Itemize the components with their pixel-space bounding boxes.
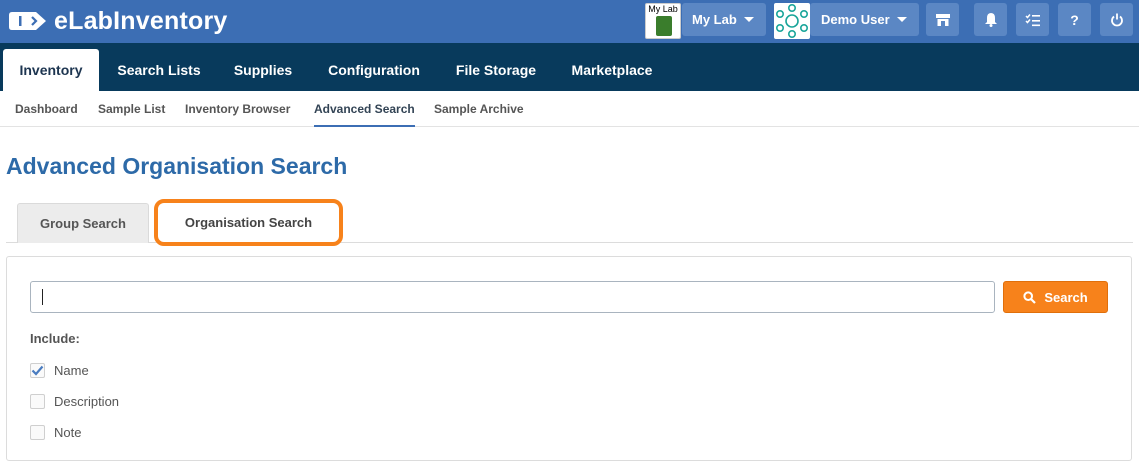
main-nav-search-lists[interactable]: Search Lists <box>108 49 210 91</box>
text-cursor <box>42 289 43 305</box>
store-button[interactable] <box>926 3 959 36</box>
lab-selector-label: My Lab <box>692 12 737 27</box>
include-note-option[interactable]: Note <box>30 423 81 441</box>
main-nav-supplies[interactable]: Supplies <box>222 49 304 91</box>
network-icon <box>775 3 808 38</box>
power-icon <box>1110 13 1123 26</box>
sub-nav-sample-list[interactable]: Sample List <box>98 91 165 127</box>
bell-icon <box>984 13 997 27</box>
help-button[interactable]: ? <box>1058 3 1091 36</box>
tab-organisation-search[interactable]: Organisation Search <box>154 199 343 246</box>
sub-nav: Dashboard Sample List Inventory Browser … <box>0 91 1139 127</box>
include-description-label: Description <box>54 393 120 409</box>
chevron-down-icon <box>897 17 907 22</box>
include-label: Include: <box>30 331 80 346</box>
main-nav-marketplace[interactable]: Marketplace <box>560 49 664 91</box>
user-avatar[interactable] <box>774 3 810 39</box>
notifications-button[interactable] <box>974 3 1007 36</box>
chevron-down-icon <box>744 17 754 22</box>
include-note-checkbox[interactable] <box>30 424 45 440</box>
sub-nav-dashboard[interactable]: Dashboard <box>15 91 78 127</box>
search-button-label: Search <box>1044 289 1088 305</box>
logo-icon <box>8 10 48 32</box>
include-note-label: Note <box>54 424 82 440</box>
checklist-icon <box>1024 13 1040 26</box>
search-input[interactable] <box>30 281 995 313</box>
logout-button[interactable] <box>1100 3 1133 36</box>
include-name-checkbox[interactable] <box>30 362 45 378</box>
lab-selector-button[interactable]: My Lab <box>682 3 766 36</box>
sub-nav-inventory-browser[interactable]: Inventory Browser <box>185 91 290 127</box>
main-nav-inventory[interactable]: Inventory <box>3 49 99 91</box>
include-description-checkbox[interactable] <box>30 393 45 409</box>
search-icon <box>1023 290 1037 304</box>
app-logo[interactable]: eLabInventory <box>8 7 227 35</box>
user-menu-button[interactable]: Demo User <box>810 3 919 36</box>
include-name-option[interactable]: Name <box>30 361 89 379</box>
main-nav-configuration[interactable]: Configuration <box>316 49 432 91</box>
main-nav-file-storage[interactable]: File Storage <box>444 49 548 91</box>
app-name: eLabInventory <box>54 6 228 35</box>
tab-group-search[interactable]: Group Search <box>17 203 149 243</box>
top-bar: eLabInventory My Lab My Lab Demo User ? <box>0 0 1139 43</box>
lab-flask-icon <box>656 16 672 36</box>
user-name: Demo User <box>821 12 890 27</box>
sub-nav-sample-archive[interactable]: Sample Archive <box>434 91 524 127</box>
include-description-option[interactable]: Description <box>30 392 119 410</box>
page-title: Advanced Organisation Search <box>6 153 348 179</box>
tasks-button[interactable] <box>1016 3 1049 36</box>
checkmark-icon <box>31 365 44 376</box>
search-button[interactable]: Search <box>1003 281 1108 313</box>
include-name-label: Name <box>54 362 89 378</box>
help-icon: ? <box>1070 11 1079 28</box>
lab-badge-label: My Lab <box>648 4 678 14</box>
store-icon <box>935 13 950 26</box>
sub-nav-advanced-search[interactable]: Advanced Search <box>314 91 415 127</box>
main-nav: Inventory Search Lists Supplies Configur… <box>0 43 1139 91</box>
lab-badge[interactable]: My Lab <box>645 3 681 39</box>
